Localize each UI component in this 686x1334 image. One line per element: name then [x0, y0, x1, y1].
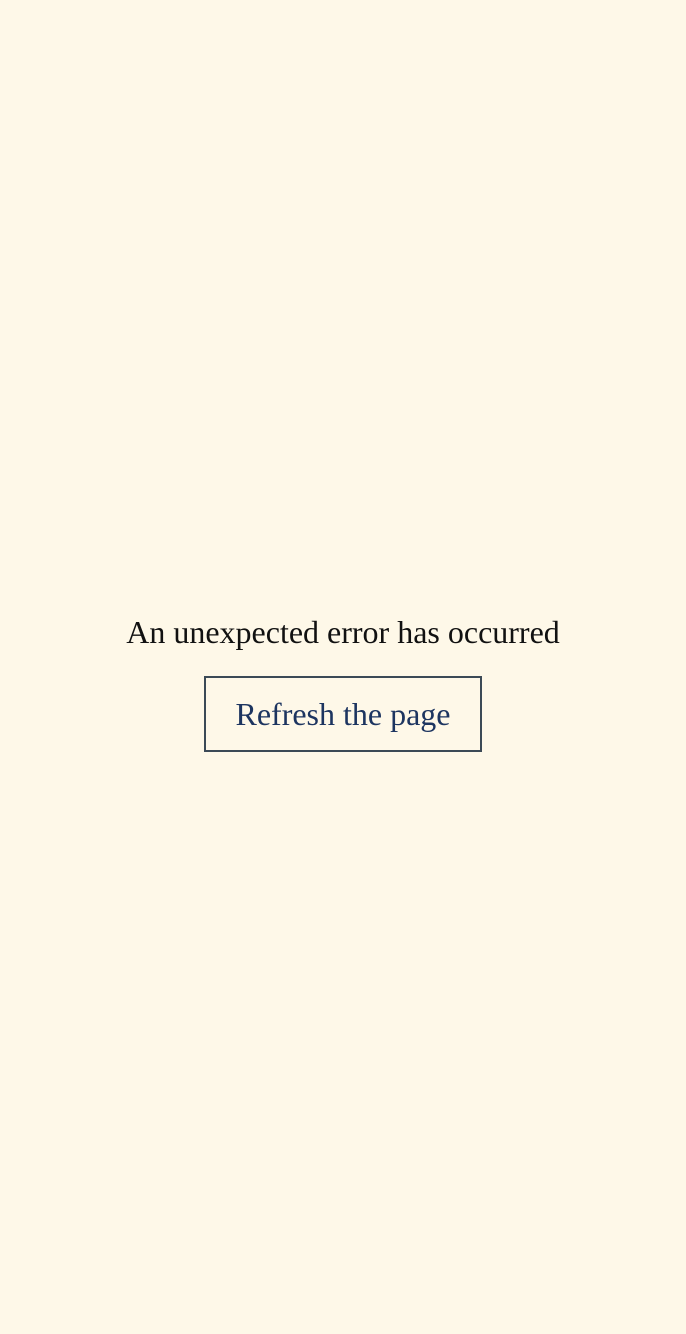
refresh-page-button[interactable]: Refresh the page [204, 676, 482, 752]
error-message: An unexpected error has occurred [126, 614, 560, 650]
error-panel: An unexpected error has occurred Refresh… [0, 612, 686, 752]
